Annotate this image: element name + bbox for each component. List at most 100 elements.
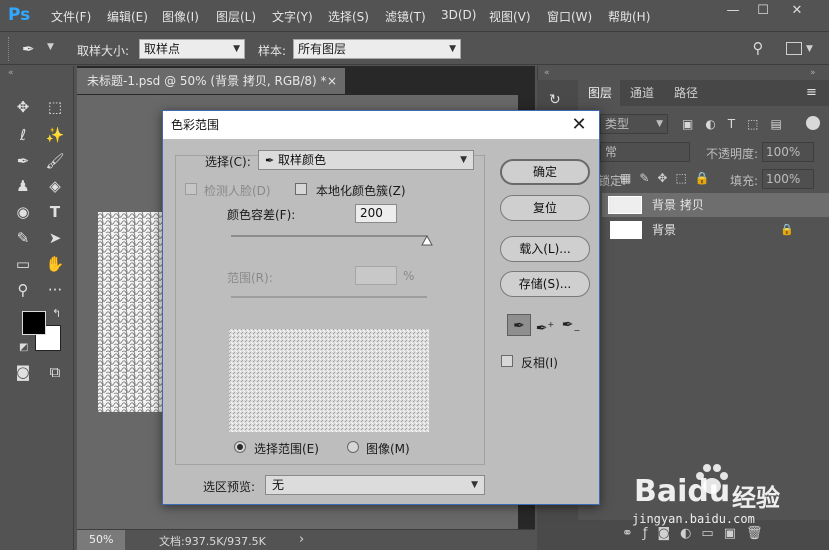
workspace-chevron-icon[interactable]: ▼ (806, 44, 813, 54)
menu-3d[interactable]: 3D(D) (441, 8, 476, 22)
fill-input[interactable]: 100% (762, 169, 814, 189)
hand-tool-icon[interactable]: ✋ (42, 252, 68, 276)
quick-mask-icon[interactable]: ◙ (10, 360, 36, 384)
move-tool-icon[interactable]: ✥ (10, 95, 36, 119)
close-tab-icon[interactable]: × (327, 68, 337, 94)
type-tool-icon[interactable]: T (42, 200, 68, 224)
zoom-tool-icon[interactable]: ⚲ (10, 278, 36, 302)
eyedropper-tool-icon[interactable]: ✒ (22, 39, 44, 59)
fill-label: 填充: (730, 174, 759, 188)
menu-layer[interactable]: 图层(L) (216, 8, 256, 25)
workspace-icon[interactable] (786, 42, 802, 55)
image-view-label: 图像(M) (366, 442, 410, 456)
menu-filter[interactable]: 滤镜(T) (385, 8, 426, 25)
menu-help[interactable]: 帮助(H) (608, 8, 650, 25)
magic-wand-tool-icon[interactable]: ✨ (42, 123, 68, 147)
marquee-tool-icon[interactable]: ⬚ (42, 95, 68, 119)
fuzziness-input[interactable]: 200 (355, 204, 397, 223)
select-mode-dropdown[interactable]: ✒ 取样颜色 ▼ (258, 150, 474, 170)
selection-view-radio[interactable] (234, 441, 246, 453)
range-input[interactable] (355, 266, 397, 285)
chevron-down-icon: ▼ (233, 44, 240, 54)
eraser-tool-icon[interactable]: ◈ (42, 174, 68, 198)
tool-preset-chevron-icon[interactable]: ▼ (47, 42, 54, 52)
chevron-down-icon: ▼ (460, 155, 467, 165)
status-menu-arrow-icon[interactable]: › (299, 532, 304, 547)
panel-menu-icon[interactable]: ≡ (806, 85, 817, 100)
swap-colors-icon[interactable]: ↰ (52, 307, 61, 320)
pen-tool-icon[interactable]: ✎ (10, 226, 36, 250)
localized-clusters-label: 本地化颜色簇(Z) (316, 184, 406, 198)
load-button[interactable]: 载入(L)... (500, 236, 590, 262)
menu-bar: Ps 文件(F) 编辑(E) 图像(I) 图层(L) 文字(Y) 选择(S) 滤… (0, 0, 829, 32)
brush-tool-icon[interactable]: 🖌 (42, 149, 68, 173)
close-window-button[interactable]: ✕ (782, 0, 812, 22)
collapse-right-icon[interactable]: » (810, 68, 816, 78)
collapse-toolbar-icon[interactable]: « (8, 68, 14, 78)
layer-filter-icons[interactable]: ▣◐T⬚▤ (682, 117, 794, 131)
maximize-button[interactable]: ☐ (748, 0, 778, 22)
reset-button[interactable]: 复位 (500, 195, 590, 221)
layer-row-background-copy[interactable]: 背景 拷贝 (602, 193, 829, 217)
screen-mode-icon[interactable]: ⧉ (42, 360, 68, 384)
menu-select[interactable]: 选择(S) (328, 8, 369, 25)
default-colors-icon[interactable]: ◩ (19, 342, 28, 353)
stamp-tool-icon[interactable]: ♟ (10, 174, 36, 198)
close-icon[interactable]: ✕ (567, 111, 591, 139)
path-selection-tool-icon[interactable]: ➤ (42, 226, 68, 250)
menu-image[interactable]: 图像(I) (162, 8, 199, 25)
opacity-label: 不透明度: (706, 147, 759, 161)
selection-preview-dropdown[interactable]: 无 ▼ (265, 475, 485, 495)
sample-size-select[interactable]: 取样点 ▼ (139, 39, 245, 59)
foreground-color-swatch[interactable] (22, 311, 46, 335)
rectangle-tool-icon[interactable]: ▭ (10, 252, 36, 276)
history-icon[interactable]: ↻ (549, 92, 561, 108)
zoom-level[interactable]: 50% (77, 530, 125, 550)
paint-bucket-tool-icon[interactable]: ◉ (10, 200, 36, 224)
options-bar-grip[interactable] (8, 37, 12, 61)
tab-channels[interactable]: 通道 (620, 80, 665, 106)
sample-select[interactable]: 所有图层 ▼ (293, 39, 461, 59)
more-tools-icon[interactable]: ··· (42, 278, 68, 302)
menu-window[interactable]: 窗口(W) (547, 8, 592, 25)
search-icon[interactable]: ⚲ (748, 39, 768, 59)
menu-type[interactable]: 文字(Y) (272, 8, 313, 25)
select-label: 选择(C): (205, 155, 251, 169)
eyedropper-add-icon[interactable]: ✒+ (533, 314, 557, 337)
eyedropper-icon[interactable]: ✒ (507, 314, 531, 336)
layer-filter-select[interactable]: 类型 ▼ (600, 114, 668, 134)
sample-value: 所有图层 (298, 42, 347, 56)
tab-layers[interactable]: 图层 (578, 80, 623, 106)
localized-clusters-checkbox[interactable] (295, 183, 307, 195)
filter-toggle-icon[interactable] (806, 116, 820, 130)
invert-checkbox[interactable] (501, 355, 513, 367)
detect-faces-checkbox[interactable] (185, 183, 197, 195)
menu-file[interactable]: 文件(F) (51, 8, 91, 25)
image-view-radio[interactable] (347, 441, 359, 453)
save-button[interactable]: 存储(S)... (500, 271, 590, 297)
lasso-tool-icon[interactable]: ℓ (10, 123, 36, 147)
range-slider-track[interactable] (231, 296, 427, 298)
range-label: 范围(R): (227, 271, 273, 285)
eyedropper-subtract-icon[interactable]: ✒− (559, 314, 583, 336)
blend-mode-select[interactable]: 常 (600, 142, 690, 162)
eyedropper-tool-icon[interactable]: ✒ (10, 149, 36, 173)
menu-edit[interactable]: 编辑(E) (107, 8, 148, 25)
minimize-button[interactable]: — (718, 0, 748, 22)
blend-mode-value: 常 (605, 145, 618, 159)
opacity-input[interactable]: 100% (762, 142, 814, 162)
collapse-left-icon[interactable]: « (544, 68, 550, 78)
document-tab[interactable]: 未标题-1.psd @ 50% (背景 拷贝, RGB/8) * × (77, 68, 345, 94)
dialog-title: 色彩范围 (171, 118, 220, 132)
tools-panel: « ✥ ⬚ ℓ ✨ ✒ 🖌 ♟ ◈ ◉ T ✎ ➤ ▭ ✋ ⚲ ··· ↰ ◩ … (0, 66, 74, 550)
fuzziness-slider-track[interactable] (231, 235, 427, 237)
lock-icon: 🔒 (780, 223, 794, 236)
tab-paths[interactable]: 路径 (664, 80, 709, 106)
document-tab-title: 未标题-1.psd @ 50% (背景 拷贝, RGB/8) * (87, 74, 327, 88)
layer-row-background[interactable]: 背景 🔒 (602, 218, 829, 242)
ok-button[interactable]: 确定 (500, 159, 590, 185)
lock-icons[interactable]: ▦✎✥⬚🔒 (620, 171, 718, 185)
dialog-titlebar[interactable]: 色彩范围 ✕ (163, 111, 599, 139)
fuzziness-slider-thumb[interactable] (421, 235, 433, 247)
menu-view[interactable]: 视图(V) (489, 8, 531, 25)
